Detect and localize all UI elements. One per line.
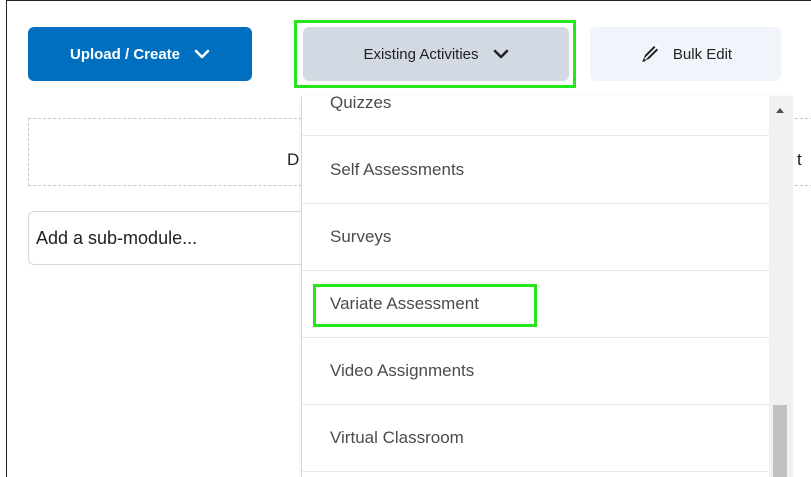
dropzone-text-end: t bbox=[797, 150, 802, 169]
menu-item-quizzes[interactable]: Quizzes bbox=[302, 96, 770, 136]
add-submodule-input[interactable]: Add a sub-module... bbox=[28, 211, 318, 265]
scrollbar-thumb[interactable] bbox=[773, 405, 787, 477]
chevron-down-icon bbox=[493, 49, 509, 59]
menu-item-label: Video Assignments bbox=[330, 361, 475, 380]
menu-item-surveys[interactable]: Surveys bbox=[302, 204, 770, 271]
upload-create-button[interactable]: Upload / Create bbox=[28, 27, 252, 81]
variate-assessment-highlight bbox=[313, 284, 537, 327]
menu-item-virtual-classroom[interactable]: Virtual Classroom bbox=[302, 405, 770, 472]
dropzone-text: D bbox=[287, 150, 300, 169]
menu-item-video-assignments[interactable]: Video Assignments bbox=[302, 338, 770, 405]
add-submodule-placeholder: Add a sub-module... bbox=[36, 227, 198, 248]
bulk-edit-button[interactable]: Bulk Edit bbox=[590, 27, 781, 81]
menu-item-label: Self Assessments bbox=[330, 159, 465, 179]
menu-item-label: Surveys bbox=[330, 227, 392, 246]
menu-item-label: Quizzes bbox=[330, 96, 392, 112]
existing-activities-label: Existing Activities bbox=[363, 45, 479, 63]
scroll-up-arrow-icon[interactable] bbox=[776, 108, 784, 113]
menu-item-label: Virtual Classroom bbox=[330, 428, 464, 447]
pencil-icon bbox=[639, 44, 661, 64]
chevron-down-icon bbox=[194, 49, 210, 59]
bulk-edit-label: Bulk Edit bbox=[672, 45, 733, 63]
menu-item-self-assessments[interactable]: Self Assessments bbox=[302, 136, 770, 204]
upload-create-label: Upload / Create bbox=[69, 45, 181, 63]
menu-scrollbar[interactable] bbox=[769, 96, 793, 477]
existing-activities-button[interactable]: Existing Activities bbox=[303, 27, 569, 81]
